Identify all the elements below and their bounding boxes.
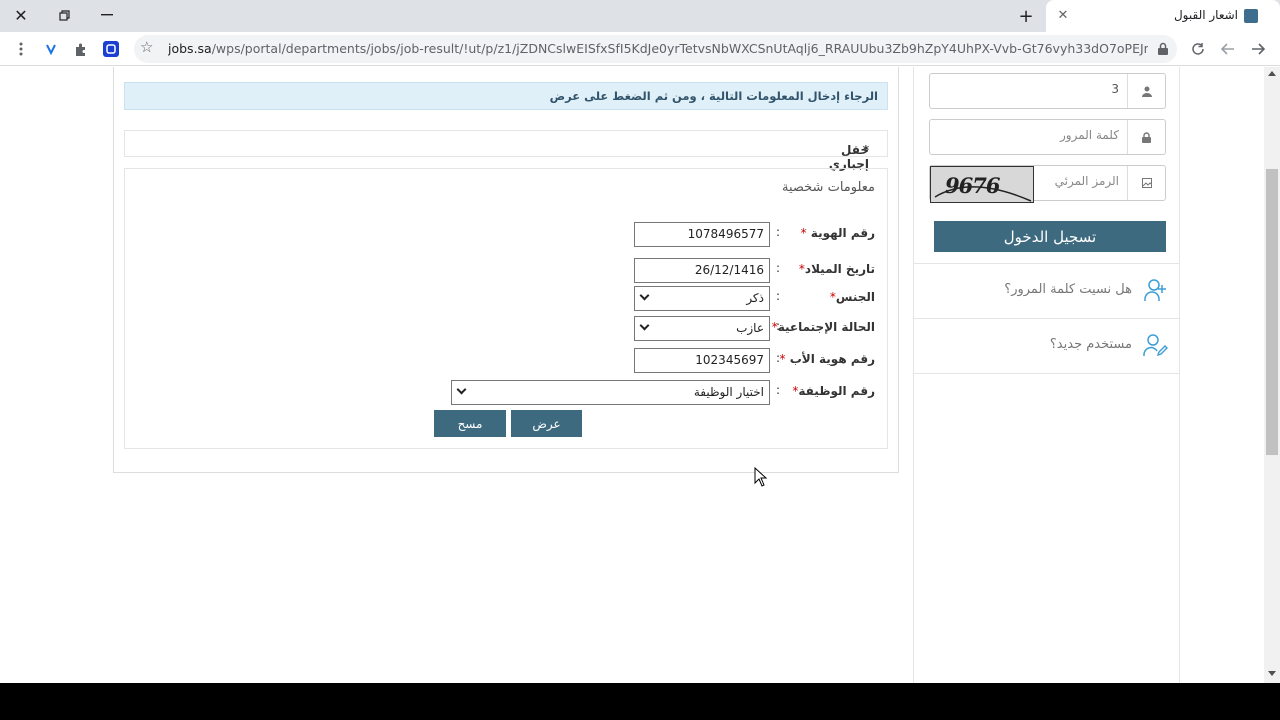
password-field[interactable] <box>929 119 1166 155</box>
forward-arrow-icon[interactable] <box>1217 38 1239 60</box>
captcha-input[interactable] <box>969 174 1119 188</box>
close-window-icon[interactable]: ✕ <box>0 0 42 30</box>
browser-toolbar: ☆ jobs.sa/wps/portal/departments/jobs/jo… <box>0 32 1280 66</box>
title-bar: ✕ + ✕ اشعار القبول <box>0 0 1280 32</box>
browser-tab[interactable]: ✕ اشعار القبول <box>1046 0 1280 32</box>
page-content: الرجاء إدخال المعلومات التالية ، ومن ثم … <box>0 67 1264 683</box>
login-sidebar: 9676 تسجيل الدخول هل نسيت كلمة المرور؟ م… <box>913 67 1180 683</box>
gender-select[interactable]: ذكر <box>634 286 770 311</box>
reload-icon[interactable] <box>1187 38 1209 60</box>
tab-close-icon[interactable]: ✕ <box>1054 6 1072 24</box>
job-label: رقم الوظيفة* <box>792 384 875 398</box>
id-input[interactable]: 1078496577 <box>634 222 770 247</box>
marital-label: الحالة الإجتماعية* <box>771 320 875 334</box>
back-arrow-icon[interactable] <box>1247 38 1269 60</box>
user-plus-icon <box>1144 279 1166 301</box>
captcha-field[interactable]: 9676 <box>929 165 1166 203</box>
bookmark-star-icon[interactable]: ☆ <box>140 38 153 56</box>
father-id-label: رقم هوية الأب * <box>779 352 875 366</box>
gender-row: الجنس* : ذكر <box>123 286 887 312</box>
id-row: رقم الهوية * : 1078496577 <box>123 222 887 248</box>
job-select[interactable]: اختيار الوظيفة <box>451 380 770 405</box>
chevron-down-icon <box>456 384 467 395</box>
father-id-input[interactable]: 102345697 <box>634 348 770 373</box>
main-panel: الرجاء إدخال المعلومات التالية ، ومن ثم … <box>113 67 899 473</box>
show-button[interactable]: عرض <box>511 410 582 437</box>
username-field[interactable] <box>929 73 1166 109</box>
scroll-up-icon[interactable] <box>1268 71 1276 76</box>
username-input[interactable] <box>969 82 1119 96</box>
minimize-window-icon[interactable] <box>86 0 128 30</box>
user-edit-icon <box>1143 334 1168 357</box>
new-tab-icon[interactable]: + <box>1014 4 1038 28</box>
info-message: الرجاء إدخال المعلومات التالية ، ومن ثم … <box>124 82 888 110</box>
clear-button[interactable]: مسح <box>434 410 506 437</box>
login-button[interactable]: تسجيل الدخول <box>934 221 1166 252</box>
job-row: رقم الوظيفة* : اختيار الوظيفة <box>123 380 887 406</box>
lock-icon <box>1127 120 1165 154</box>
tab-favicon-icon <box>1244 9 1258 23</box>
scroll-down-icon[interactable] <box>1268 671 1276 676</box>
image-icon <box>1127 166 1165 200</box>
new-user-link[interactable]: مستخدم جديد؟ <box>914 318 1179 373</box>
info-text: الرجاء إدخال المعلومات التالية ، ومن ثم … <box>549 89 878 103</box>
menu-kebab-icon[interactable] <box>10 38 32 60</box>
extension-badge-icon[interactable] <box>100 38 122 60</box>
dob-label: تاريخ الميلاد* <box>798 262 875 276</box>
id-label: رقم الهوية * <box>800 226 875 240</box>
lock-icon[interactable] <box>1157 41 1169 55</box>
marital-select[interactable]: عازب <box>634 316 770 341</box>
chevron-down-icon <box>639 320 650 331</box>
section-title: معلومات شخصية <box>782 180 875 195</box>
scroll-thumb[interactable] <box>1266 169 1278 455</box>
marital-row: الحالة الإجتماعية* : عازب <box>123 316 887 342</box>
sidebar-divider <box>914 373 1179 374</box>
chevron-down-icon <box>639 290 650 301</box>
tab-title: اشعار القبول <box>1173 8 1238 22</box>
browser-window: ✕ + ✕ اشعار القبول ☆ jobs.sa/wps/portal/… <box>0 0 1280 683</box>
dob-row: تاريخ الميلاد* : 26/12/1416 <box>123 258 887 284</box>
gender-label: الجنس* <box>829 290 875 304</box>
address-bar[interactable]: ☆ jobs.sa/wps/portal/departments/jobs/jo… <box>134 35 1177 63</box>
required-note: * حقل إجباري <box>124 130 888 171</box>
password-input[interactable] <box>969 128 1119 142</box>
extensions-puzzle-icon[interactable] <box>70 38 92 60</box>
user-icon <box>1127 74 1165 108</box>
forgot-password-link[interactable]: هل نسيت كلمة المرور؟ <box>914 263 1179 318</box>
extension-v-icon[interactable] <box>40 38 62 60</box>
url-text: jobs.sa/wps/portal/departments/jobs/job-… <box>168 41 1148 56</box>
mouse-cursor-icon <box>754 467 768 487</box>
father-id-row: رقم هوية الأب * : 102345697 <box>123 348 887 374</box>
personal-info-form: معلومات شخصية رقم الهوية * : 1078496577 … <box>124 168 888 449</box>
restore-window-icon[interactable] <box>43 0 85 30</box>
page-scrollbar[interactable] <box>1264 67 1280 683</box>
dob-input[interactable]: 26/12/1416 <box>634 258 770 283</box>
